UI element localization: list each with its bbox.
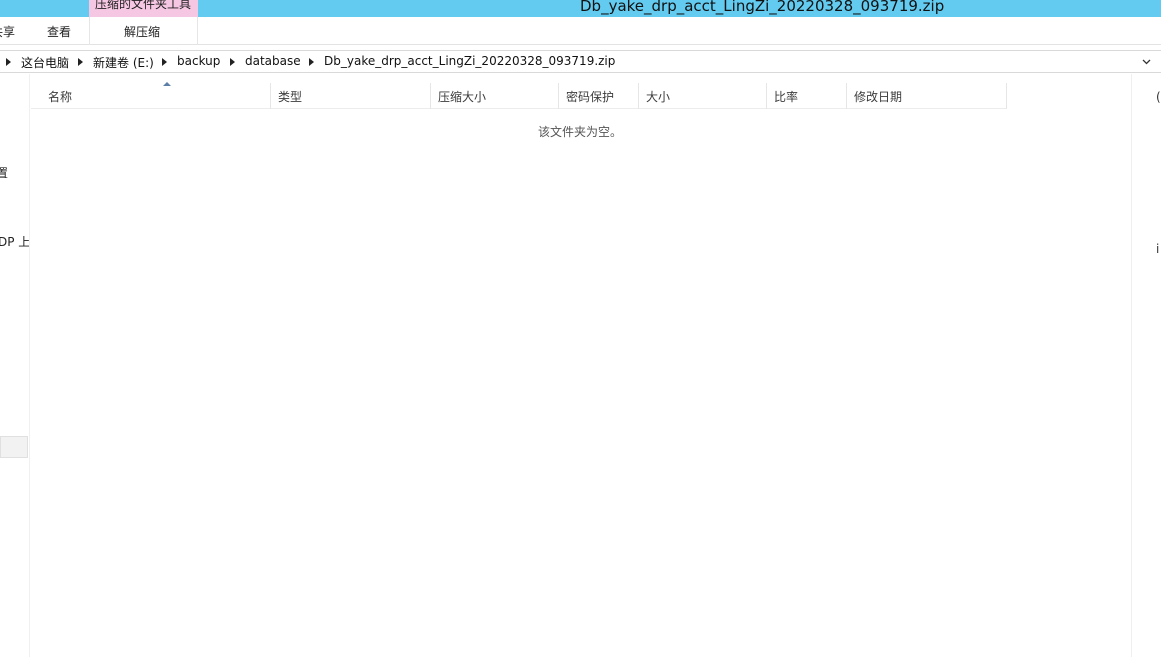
breadcrumb-separator-icon[interactable] [309, 58, 314, 66]
breadcrumb-separator-icon[interactable] [78, 58, 83, 66]
tab-share[interactable]: 共享 [0, 23, 15, 40]
breadcrumb-volume-e[interactable]: 新建卷 (E:) [93, 54, 154, 71]
tab-extract-container[interactable]: 解压缩 [89, 17, 198, 45]
column-label: 名称 [48, 90, 73, 104]
preview-fragment: i [1156, 242, 1160, 256]
column-header-type[interactable]: 类型 [271, 83, 431, 109]
breadcrumb-separator-icon[interactable] [162, 58, 167, 66]
title-bar: 压缩的文件夹工具 Db_yake_drp_acct_LingZi_2022032… [0, 0, 1161, 17]
breadcrumb-separator-icon[interactable] [230, 58, 235, 66]
breadcrumb-database[interactable]: database [245, 54, 301, 68]
window-title: Db_yake_drp_acct_LingZi_20220328_093719.… [580, 0, 945, 15]
column-header-date-modified[interactable]: 修改日期 [847, 83, 1007, 109]
column-label: 压缩大小 [438, 90, 487, 104]
chevron-down-icon[interactable] [1142, 57, 1151, 66]
column-header-size[interactable]: 大小 [639, 83, 767, 109]
column-label: 修改日期 [854, 90, 903, 104]
breadcrumb-separator-icon[interactable] [6, 58, 11, 66]
column-header-name[interactable]: 名称 [41, 82, 271, 109]
breadcrumb-this-pc[interactable]: 这台电脑 [21, 54, 69, 71]
nav-item-fragment[interactable]: 置 [0, 164, 8, 181]
breadcrumb-backup[interactable]: backup [177, 54, 220, 68]
column-header-ratio[interactable]: 比率 [767, 83, 847, 109]
column-header-row: 名称 类型 压缩大小 密码保护 大小 比率 修改日期 [31, 82, 1007, 109]
breadcrumb-zip-file[interactable]: Db_yake_drp_acct_LingZi_20220328_093719.… [324, 54, 615, 68]
column-label: 类型 [278, 90, 303, 104]
file-list[interactable]: 名称 类型 压缩大小 密码保护 大小 比率 修改日期 该文件夹为空。 [31, 74, 1131, 657]
column-header-compressed-size[interactable]: 压缩大小 [431, 83, 559, 109]
tab-view[interactable]: 查看 [47, 23, 71, 40]
sort-ascending-icon [163, 82, 171, 86]
empty-folder-message: 该文件夹为空。 [538, 125, 623, 139]
address-bar[interactable]: 这台电脑 新建卷 (E:) backup database Db_yake_dr… [0, 50, 1161, 73]
context-tab-group-label: 压缩的文件夹工具 [89, 0, 198, 17]
column-label: 大小 [646, 90, 671, 104]
context-tab-group-text: 压缩的文件夹工具 [95, 0, 192, 11]
preview-fragment: ( [1156, 90, 1161, 104]
column-header-password-protected[interactable]: 密码保护 [559, 83, 639, 109]
tab-extract[interactable]: 解压缩 [124, 23, 160, 40]
column-label: 比率 [774, 90, 799, 104]
preview-pane: ( i [1131, 74, 1161, 657]
nav-item-selected[interactable] [0, 436, 28, 458]
navigation-pane[interactable]: 置 DP 上 [0, 74, 30, 657]
column-label: 密码保护 [566, 90, 615, 104]
nav-item-fragment[interactable]: DP 上 [0, 233, 29, 250]
